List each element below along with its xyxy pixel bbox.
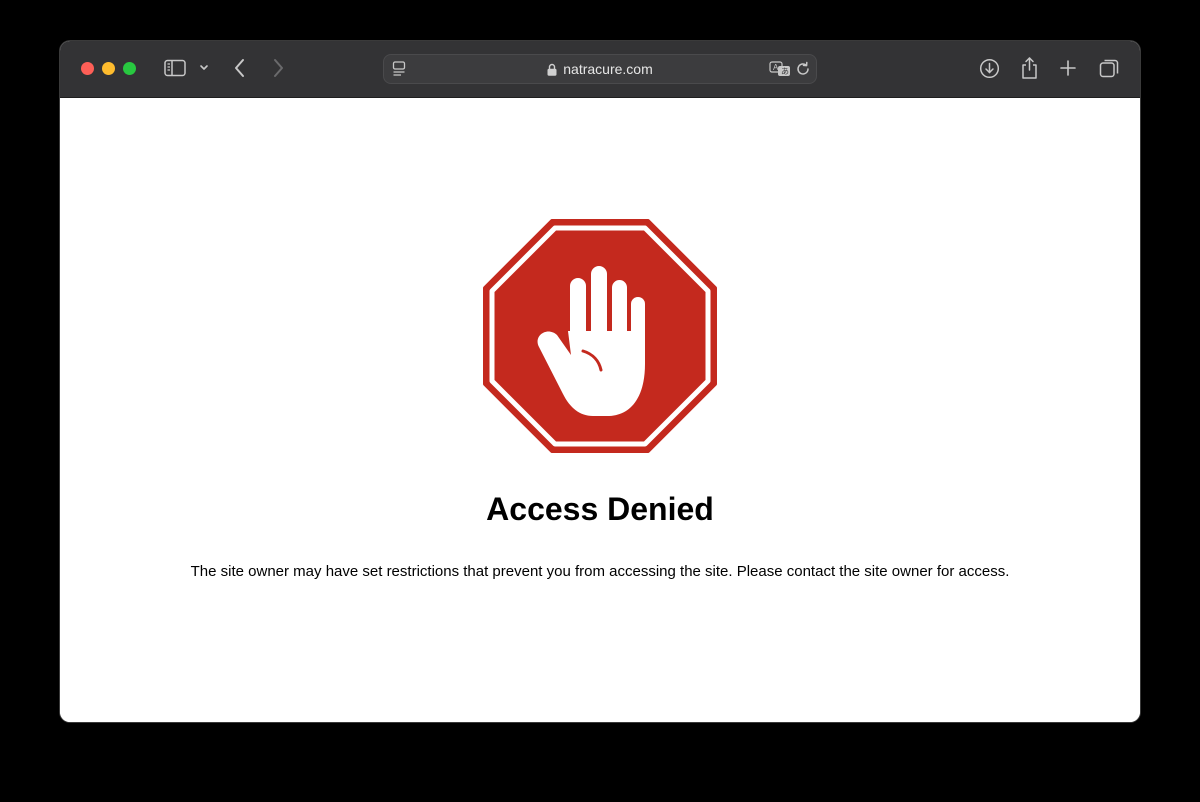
back-arrow-icon[interactable] [233, 58, 247, 78]
page-title: Access Denied [486, 491, 714, 527]
sidebar-icon[interactable] [164, 59, 186, 77]
close-window-button[interactable] [81, 62, 94, 75]
tabs-icon[interactable] [1099, 58, 1120, 79]
zoom-window-button[interactable] [123, 62, 136, 75]
url-display[interactable]: natracure.com [384, 55, 816, 83]
translate-icon[interactable]: A あ [769, 61, 791, 77]
svg-text:あ: あ [781, 67, 789, 76]
address-bar[interactable]: natracure.com A あ [383, 54, 817, 84]
share-icon[interactable] [1020, 56, 1039, 80]
stop-hand-icon [483, 219, 717, 453]
browser-toolbar: natracure.com A あ [60, 41, 1140, 98]
lock-icon [547, 63, 557, 76]
url-text: natracure.com [563, 61, 653, 77]
download-icon[interactable] [979, 58, 1000, 79]
reload-icon[interactable] [795, 61, 811, 77]
chevron-down-icon[interactable] [199, 64, 209, 72]
page-content: Access Denied The site owner may have se… [60, 98, 1140, 722]
minimize-window-button[interactable] [102, 62, 115, 75]
plus-icon[interactable] [1059, 59, 1077, 77]
forward-arrow-icon[interactable] [271, 58, 285, 78]
error-message: The site owner may have set restrictions… [190, 563, 1010, 580]
browser-window: natracure.com A あ Access Denied The site… [60, 41, 1140, 722]
